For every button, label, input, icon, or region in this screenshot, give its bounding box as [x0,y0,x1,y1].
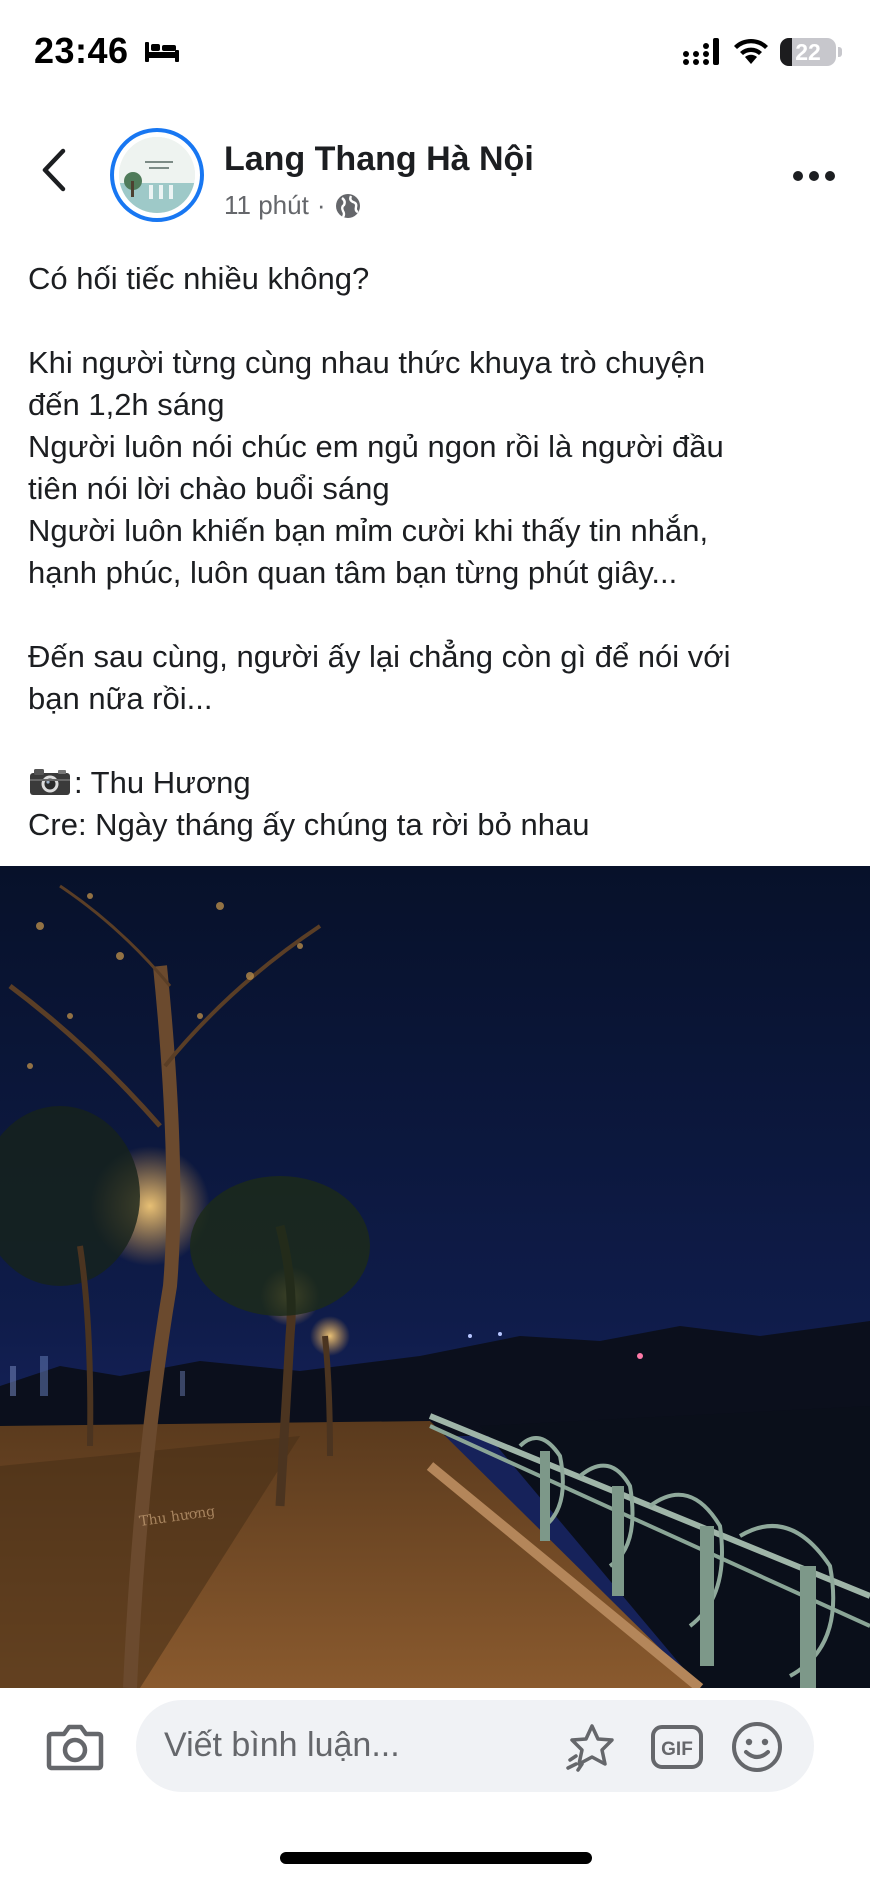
post-paragraph-memories: Khi người từng cùng nhau thức khuya trò … [28,345,724,590]
camera-icon[interactable] [46,1720,104,1772]
more-dot [809,171,819,181]
status-bar: 23:46 22 [0,0,870,108]
chevron-left-icon [42,148,66,192]
back-button[interactable] [26,140,82,200]
gif-icon[interactable]: GIF [650,1722,704,1772]
globe-icon [335,193,360,218]
page-name[interactable]: Lang Thang Hà Nội [224,140,534,179]
status-time: 23:46 [34,30,129,71]
post-time[interactable]: 11 phút [224,190,309,221]
smiley-icon[interactable] [730,1720,784,1774]
avatar-image [119,137,195,213]
post-paragraph-ending: Đến sau cùng, người ấy lại chẳng còn gì … [28,639,731,716]
post-line-question: Có hối tiếc nhiều không? [28,261,370,296]
gif-label: GIF [661,1739,693,1760]
photo-credit-line: : Thu Hương [28,762,848,804]
more-dot [793,171,803,181]
sticker-icon[interactable] [564,1722,620,1772]
camera-emoji-icon [30,769,70,795]
battery-cap [838,47,842,57]
avatar[interactable] [110,128,204,222]
battery-indicator: 22 [780,38,836,66]
photo-credit-text: : Thu Hương [74,765,251,800]
more-options-button[interactable] [784,158,844,194]
wifi-icon [734,38,768,64]
meta-separator: · [316,190,326,220]
night-lakeside-photo: Thu hương [0,866,870,1688]
comment-bar: Viết bình luận... GIF [0,1688,870,1806]
post-photo[interactable]: Thu hương [0,866,870,1688]
post-text: Có hối tiếc nhiều không? Khi người từng … [28,258,848,846]
post-meta: 11 phút · [224,190,362,221]
comment-input[interactable]: Viết bình luận... GIF [136,1700,814,1792]
home-indicator[interactable] [280,1852,592,1864]
source-credit-line: Cre: Ngày tháng ấy chúng ta rời bỏ nhau [28,807,590,842]
signal-icon [683,38,719,65]
comment-placeholder: Viết bình luận... [164,1726,400,1764]
bed-icon [145,42,179,62]
battery-level: 22 [795,39,821,65]
more-dot [825,171,835,181]
post-header: Lang Thang Hà Nội 11 phút · [0,108,870,240]
